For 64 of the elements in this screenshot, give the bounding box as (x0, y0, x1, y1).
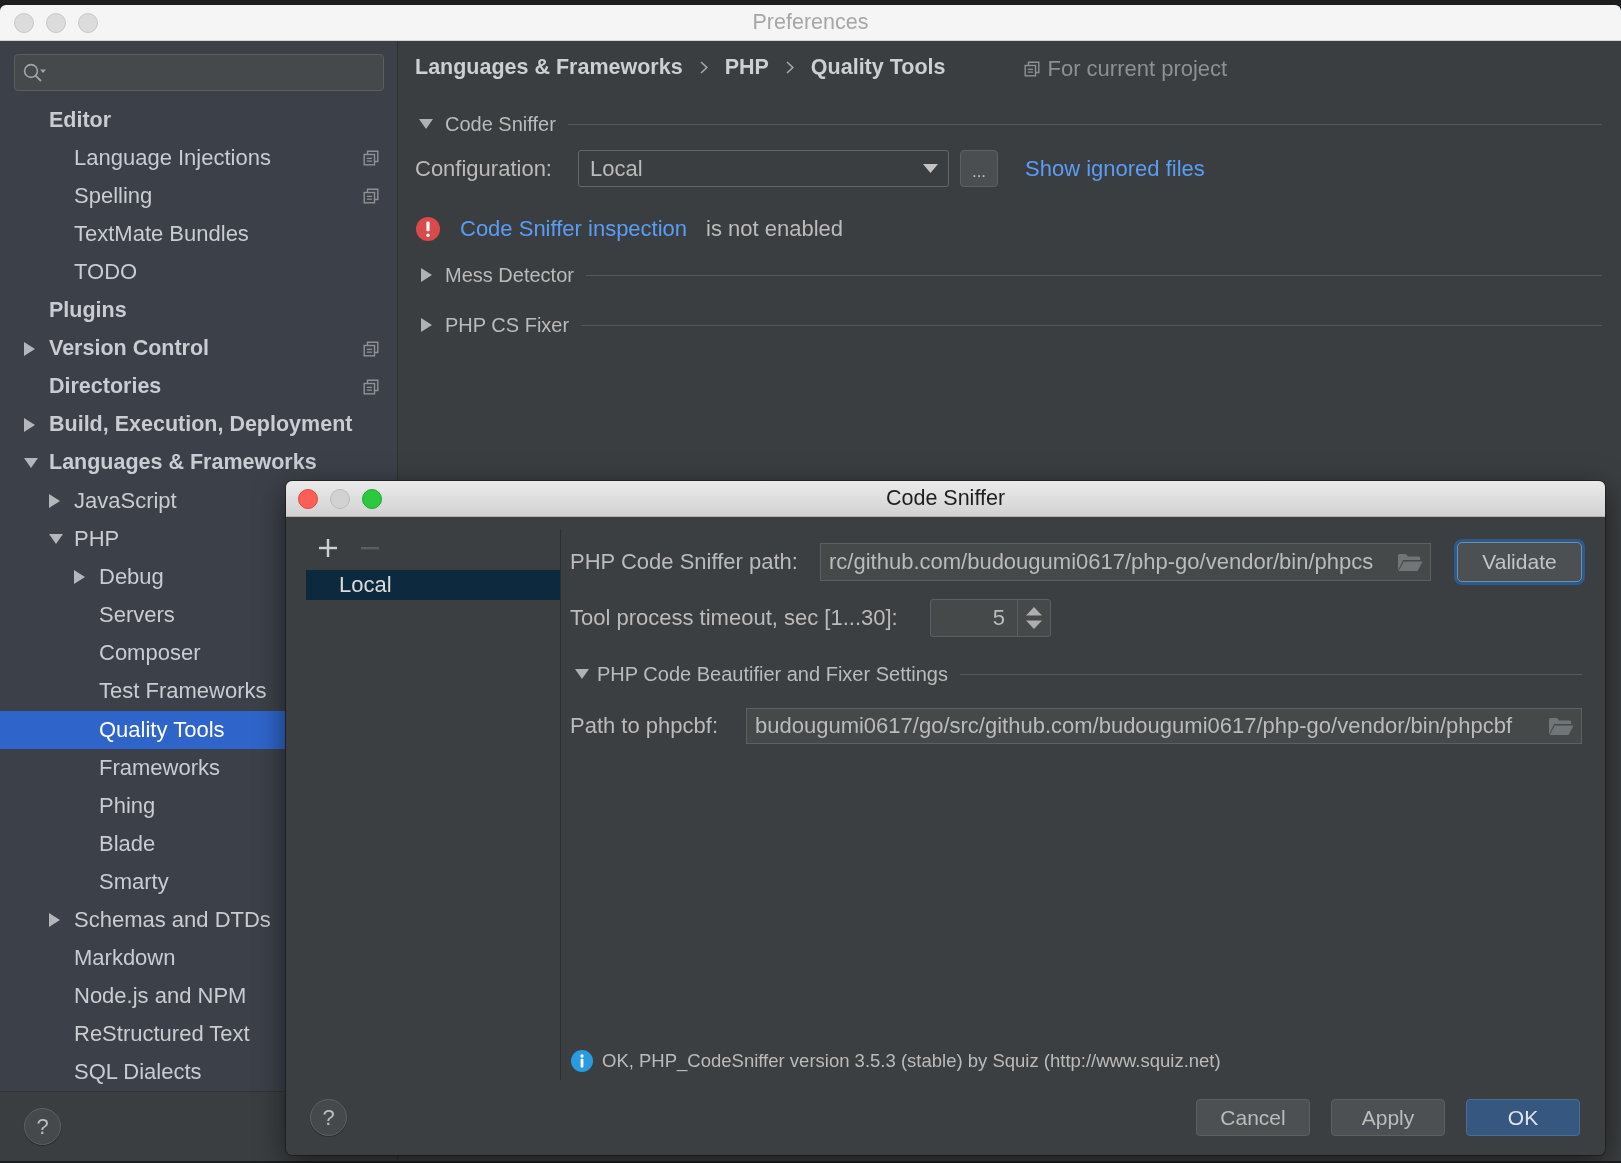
path-field[interactable]: rc/github.com/budougumi0617/php-go/vendor/bin/phpcs (820, 543, 1431, 581)
scope-note: For current project (1047, 56, 1228, 82)
error-icon (416, 217, 440, 241)
sidebar-item[interactable]: Languages & Frameworks (0, 443, 397, 482)
sidebar-item[interactable]: Schemas and DTDs (0, 900, 397, 940)
sidebar-item[interactable]: Plugins (0, 291, 397, 330)
field-label: Path to phpcbf: (570, 713, 719, 739)
section-title[interactable]: Mess Detector (445, 263, 574, 287)
show-ignored-files-link[interactable]: Show ignored files (1025, 155, 1205, 182)
caret-right-icon[interactable] (49, 913, 60, 927)
field-label: PHP Code Sniffer path: (570, 549, 799, 575)
caret-right-icon[interactable] (24, 341, 35, 356)
list-item[interactable]: Local (306, 570, 560, 600)
sidebar-item[interactable]: JavaScript (0, 481, 397, 521)
dialog-button[interactable]: Apply (1331, 1099, 1445, 1136)
stacked-squares-icon (1024, 61, 1041, 77)
chevron-right-icon (785, 60, 794, 74)
section-title[interactable]: Code Sniffer (445, 112, 556, 136)
caret-down-icon[interactable] (49, 534, 63, 545)
caret-right-icon[interactable] (420, 268, 432, 282)
sidebar-item[interactable]: Language Injections (0, 139, 397, 178)
warning-text: is not enabled (706, 216, 844, 242)
caret-down-icon[interactable] (419, 119, 433, 129)
sidebar-item[interactable]: PHP (0, 520, 397, 559)
configuration-dropdown[interactable]: Local (578, 150, 949, 187)
section-title[interactable]: PHP Code Beautifier and Fixer Settings (597, 662, 948, 686)
status-message: OK, PHP_CodeSniffer version 3.5.3 (stable) by Squiz (http://www.squiz.net) (602, 1050, 1221, 1072)
sidebar-item[interactable]: Editor (0, 101, 397, 140)
help-button[interactable]: ? (310, 1099, 347, 1136)
close-icon[interactable] (298, 488, 318, 509)
caret-right-icon[interactable] (49, 494, 60, 508)
number-field[interactable]: 5 (930, 599, 1051, 637)
stepper-arrows-icon[interactable] (1026, 607, 1042, 629)
caret-down-icon[interactable] (575, 669, 589, 679)
breadcrumb-item: Quality Tools (810, 54, 946, 80)
window-title: Preferences (752, 10, 869, 35)
sidebar-item[interactable]: Spelling (0, 177, 397, 216)
breadcrumb-item: PHP (724, 54, 769, 80)
sidebar-item[interactable]: Version Control (0, 329, 397, 368)
caret-down-icon (923, 164, 938, 173)
field-label: Configuration: (415, 155, 553, 182)
inspection-link[interactable]: Code Sniffer inspection (460, 216, 688, 242)
more-button[interactable]: ... (960, 150, 998, 187)
sidebar-item[interactable]: Directories (0, 367, 397, 406)
breadcrumb-item: Languages & Frameworks (415, 54, 683, 80)
caret-right-icon[interactable] (74, 570, 85, 585)
caret-right-icon[interactable] (24, 417, 35, 432)
plus-icon[interactable] (319, 539, 337, 557)
path-field[interactable]: budougumi0617/go/src/github.com/budougumi0617/php-go/vendor/bin/phpcbf (746, 708, 1582, 744)
help-button[interactable]: ? (24, 1108, 61, 1146)
caret-down-icon[interactable] (24, 457, 38, 468)
dialog-button[interactable]: OK (1466, 1099, 1580, 1136)
info-icon (571, 1050, 593, 1072)
sidebar-item[interactable]: TextMate Bundles (0, 215, 397, 254)
sidebar-item[interactable]: Build, Execution, Deployment (0, 405, 397, 444)
validate-button[interactable]: Validate (1457, 542, 1582, 582)
field-label: Tool process timeout, sec [1...30]: (570, 605, 899, 631)
caret-right-icon[interactable] (420, 318, 432, 332)
search-field[interactable] (14, 54, 384, 91)
window-title: Code Sniffer (885, 486, 1006, 511)
dialog-button[interactable]: Cancel (1196, 1099, 1310, 1136)
sidebar-item[interactable]: TODO (0, 253, 397, 292)
chevron-right-icon (699, 60, 708, 74)
section-title[interactable]: PHP CS Fixer (445, 313, 570, 337)
